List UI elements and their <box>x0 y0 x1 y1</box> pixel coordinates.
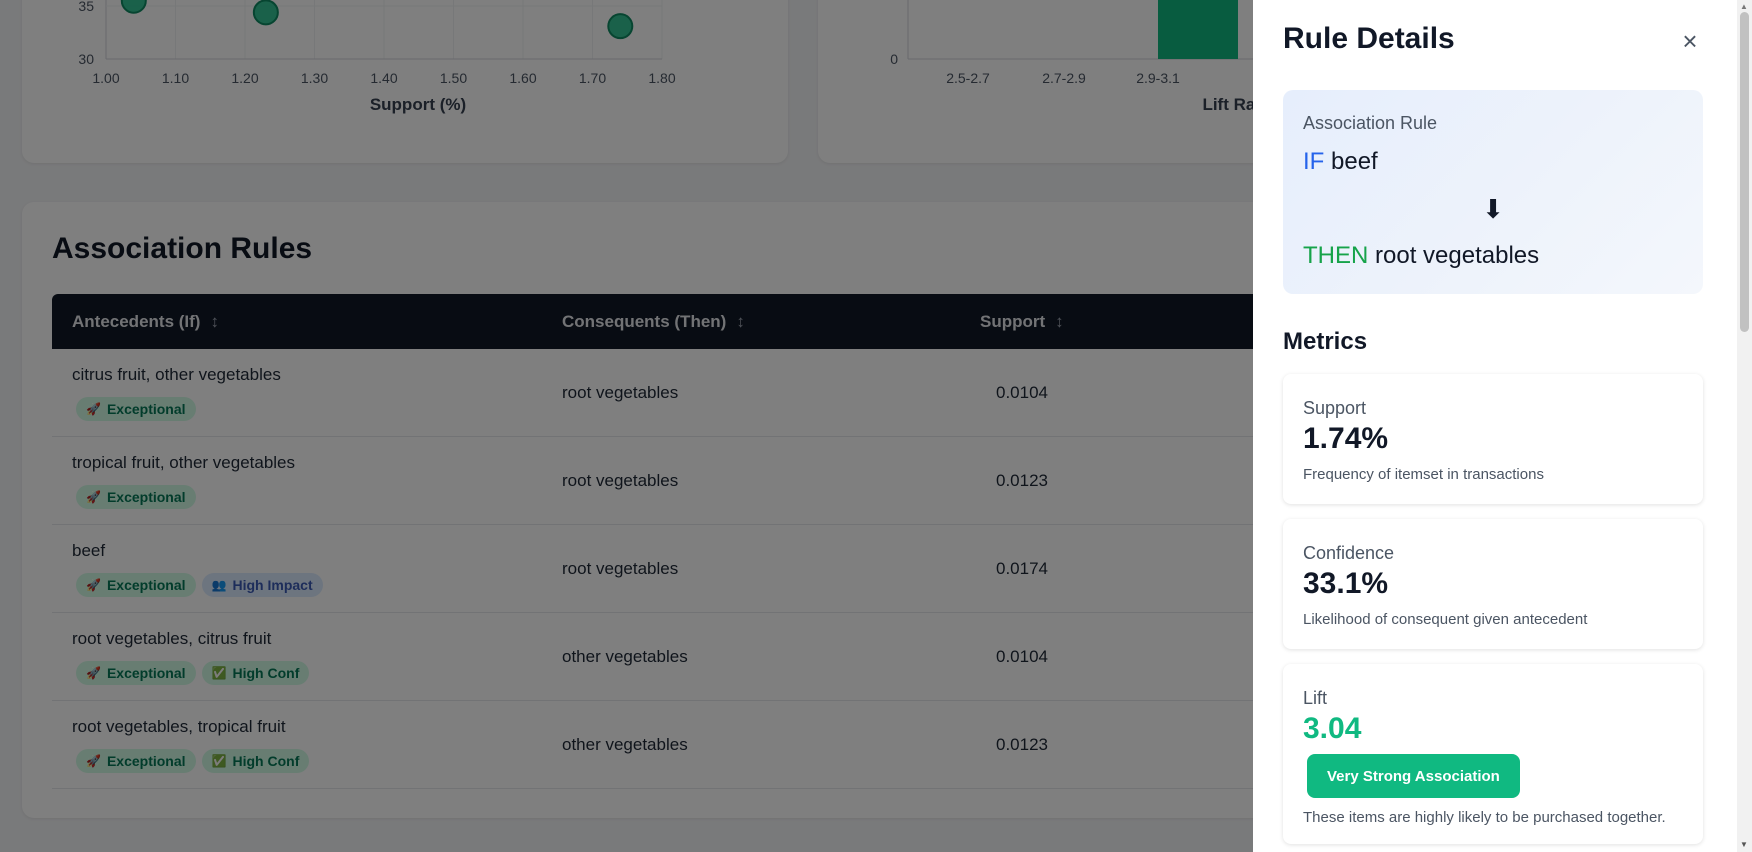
rule-then-line: THEN root vegetables <box>1303 242 1539 270</box>
panel-title: Rule Details <box>1283 22 1455 55</box>
association-strength-badge[interactable]: Very Strong Association <box>1307 754 1520 798</box>
rule-box-label: Association Rule <box>1303 113 1438 133</box>
scrollbar-thumb[interactable] <box>1740 12 1749 332</box>
close-icon: × <box>1682 26 1698 56</box>
metrics-title: Metrics <box>1283 328 1368 355</box>
lift-description: These items are highly likely to be purc… <box>1303 809 1666 826</box>
support-value: 1.74% <box>1303 422 1389 455</box>
lift-value: 3.04 <box>1303 712 1362 745</box>
then-keyword: THEN <box>1303 242 1369 269</box>
association-rule-box: Association Rule IF beef ⬇ THEN root veg… <box>1283 90 1703 294</box>
scroll-up-icon[interactable]: ▲ <box>1740 2 1748 11</box>
if-keyword: IF <box>1303 148 1325 175</box>
support-metric-card: Support 1.74% Frequency of itemset in tr… <box>1283 374 1703 504</box>
lift-metric-card: Lift 3.04 Very Strong Association These … <box>1283 664 1703 844</box>
rule-antecedent: beef <box>1331 148 1378 175</box>
confidence-value: 33.1% <box>1303 567 1389 600</box>
page-scrollbar[interactable]: ▲ ▼ <box>1737 0 1752 852</box>
close-button[interactable]: × <box>1675 26 1705 56</box>
scroll-down-icon[interactable]: ▼ <box>1740 840 1748 849</box>
rule-consequent: root vegetables <box>1375 242 1540 269</box>
lift-label: Lift <box>1303 688 1328 708</box>
rule-details-panel: Rule Details × Association Rule IF beef … <box>1253 0 1752 852</box>
arrow-down-icon: ⬇ <box>1482 194 1504 224</box>
support-description: Frequency of itemset in transactions <box>1303 466 1544 483</box>
support-label: Support <box>1303 398 1367 418</box>
rule-if-line: IF beef <box>1303 148 1378 176</box>
confidence-label: Confidence <box>1303 543 1395 563</box>
confidence-description: Likelihood of consequent given anteceden… <box>1303 611 1588 628</box>
confidence-metric-card: Confidence 33.1% Likelihood of consequen… <box>1283 519 1703 649</box>
